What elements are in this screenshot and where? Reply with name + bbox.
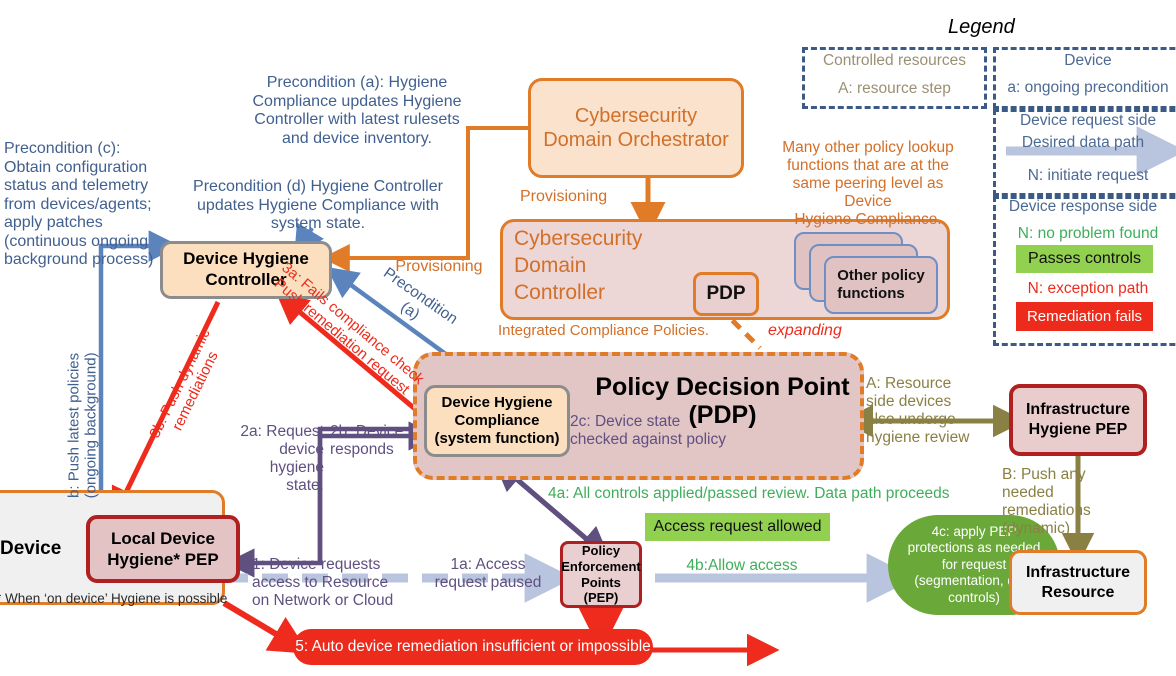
integrated-compliance-policies-caption: Integrated Compliance Policies. xyxy=(498,322,709,339)
cybersecurity-domain-orchestrator-node[interactable]: Cybersecurity Domain Orchestrator xyxy=(528,78,744,178)
step-b-label: b: Push latest policies (ongoing backgro… xyxy=(65,352,100,499)
device-footnote: * When ‘on device’ Hygiene is possible xyxy=(0,591,228,606)
auto-remediation-label: 5: Auto device remediation insufficient … xyxy=(295,638,651,655)
step-2c-label: 2c: Device state checked against policy xyxy=(570,413,726,448)
legend-device-response-side-label: Device response side xyxy=(1008,198,1158,215)
provisioning-top-label: Provisioning xyxy=(520,188,608,205)
legend-ongoing-precondition-label: a: ongoing precondition xyxy=(1007,79,1169,96)
device-label: Device xyxy=(0,538,62,559)
precondition-a-note: Precondition (a): Hygiene Compliance upd… xyxy=(252,74,462,147)
step-4b-label: 4b:Allow access xyxy=(686,557,798,574)
pdp-chip-label: PDP xyxy=(706,283,746,304)
cdc-line-1: Cybersecurity xyxy=(514,227,643,250)
legend-no-problem-found-label: N: no problem found xyxy=(1017,225,1159,242)
other-policy-functions-node[interactable]: Other policy functions xyxy=(824,256,938,314)
legend-desired-data-path-label: Desired data path xyxy=(1021,134,1145,151)
precondition-c-note: Precondition (c): Obtain configuration s… xyxy=(4,140,154,269)
auto-remediation-bar[interactable]: 5: Auto device remediation insufficient … xyxy=(293,629,653,665)
legend-title: Legend xyxy=(948,16,1015,38)
step-1-label: 1: Device requests access to Resource on… xyxy=(252,556,394,609)
local-device-hygiene-pep-node[interactable]: Local Device Hygiene* PEP xyxy=(86,515,240,583)
legend-remediation-fails-chip: Remediation fails xyxy=(1016,302,1153,331)
legend-resource-step-label: A: resource step xyxy=(838,80,951,97)
legend-device-request-side-label: Device request side xyxy=(1019,112,1157,129)
legend-controlled-resources-label: Controlled resources xyxy=(822,52,966,69)
infrastructure-resource-label: Infrastructure Resource xyxy=(1025,563,1131,601)
device-hygiene-compliance-node[interactable]: Device Hygiene Compliance (system functi… xyxy=(424,385,570,457)
cybersecurity-domain-controller-label: Cybersecurity Domain Controller xyxy=(514,226,642,307)
step-2a-label: 2a: Request device hygiene state. xyxy=(240,423,324,494)
expanding-label: expanding xyxy=(768,322,842,339)
other-policy-functions-label: Other policy functions xyxy=(837,267,925,302)
policy-enforcement-points-node[interactable]: Policy Enforcement Points (PEP) xyxy=(560,541,642,608)
legend-passes-controls-label: Passes controls xyxy=(1028,250,1141,267)
legend-device-label: Device xyxy=(1064,52,1112,69)
many-other-policy-note: Many other policy lookup functions that … xyxy=(782,139,954,228)
legend-passes-controls-chip: Passes controls xyxy=(1016,245,1153,273)
legend-remediation-fails-label: Remediation fails xyxy=(1026,308,1143,325)
step-4a-label: 4a: All controls applied/passed review. … xyxy=(548,485,950,502)
cybersecurity-domain-orchestrator-label: Cybersecurity Domain Orchestrator xyxy=(543,105,729,151)
access-request-allowed-chip: Access request allowed xyxy=(645,513,830,541)
device-hygiene-compliance-label: Device Hygiene Compliance (system functi… xyxy=(434,393,560,448)
step-2b-label: 2b: Device responds xyxy=(330,423,404,458)
cdc-line-3: Controller xyxy=(514,280,606,304)
cdc-line-2: Domain xyxy=(514,253,587,277)
legend-exception-path-label: N: exception path xyxy=(1027,280,1149,297)
infrastructure-hygiene-pep-node[interactable]: Infrastructure Hygiene PEP xyxy=(1009,384,1147,456)
policy-enforcement-points-label: Policy Enforcement Points (PEP) xyxy=(561,543,641,606)
legend-initiate-request-label: N: initiate request xyxy=(1027,167,1149,184)
step-A-label: A: Resource side devices also undergo hy… xyxy=(866,375,970,446)
step-1a-label: 1a: Access request paused xyxy=(434,556,542,591)
diagram-canvas: Cybersecurity Domain Orchestrator Cybers… xyxy=(0,0,1176,676)
access-request-allowed-label: Access request allowed xyxy=(653,518,822,535)
step-B-label: B: Push any needed remediations (dynamic… xyxy=(1002,466,1091,537)
precondition-d-note: Precondition (d) Hygiene Controller upda… xyxy=(193,178,443,233)
infrastructure-hygiene-pep-label: Infrastructure Hygiene PEP xyxy=(1025,401,1131,438)
pdp-chip-node[interactable]: PDP xyxy=(693,272,759,316)
local-device-hygiene-pep-label: Local Device Hygiene* PEP xyxy=(107,528,219,569)
infrastructure-resource-node[interactable]: Infrastructure Resource xyxy=(1009,550,1147,615)
